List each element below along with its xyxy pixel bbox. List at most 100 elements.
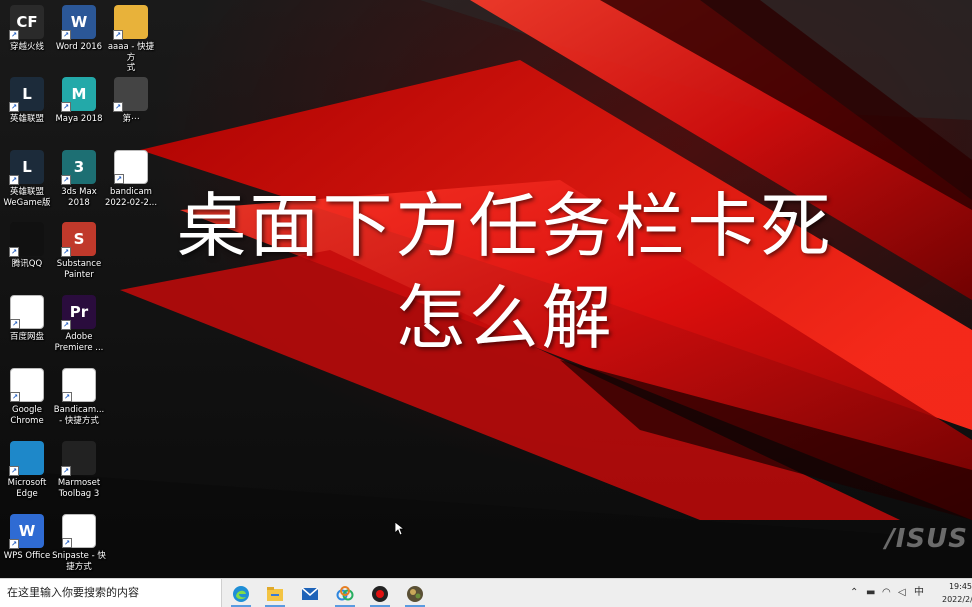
- video-overlay-caption: 桌面下方任务栏卡死 怎么解: [90, 180, 920, 364]
- edge-icon: ↗: [9, 441, 44, 476]
- snipaste-icon: ↗: [62, 514, 96, 548]
- desktop-shortcut[interactable]: ↗ 腾讯QQ: [0, 222, 54, 270]
- video-thumbnail-icon: ↗: [113, 77, 148, 112]
- desktop-shortcut-label: Google Chrome: [10, 405, 44, 426]
- icon-glyph-text: Pr: [69, 303, 89, 321]
- shortcut-arrow-icon: ↗: [9, 539, 19, 549]
- caption-line-1: 桌面下方任务栏卡死: [176, 185, 834, 267]
- desktop-shortcut-label: Marmoset Toolbag 3: [57, 478, 101, 499]
- taskbar-mail-button[interactable]: [295, 582, 325, 606]
- desktop-shortcut-label: Snipaste - 快 捷方式: [52, 551, 106, 572]
- taskbar-baidu-netdisk-button[interactable]: [330, 582, 360, 607]
- desktop-shortcut[interactable]: ↗ Marmoset Toolbag 3: [52, 441, 106, 499]
- desktop-shortcut-label: Word 2016: [55, 42, 103, 52]
- desktop: CF ↗ 穿越火线 W ↗ Word 2016 ↗ aaaa - 快捷方 式 L ↗ 英雄联盟 M ↗ M…: [0, 0, 972, 578]
- desktop-shortcut-label: 腾讯QQ: [11, 259, 43, 269]
- crossfire-icon: CF ↗: [9, 5, 44, 40]
- qq-icon: ↗: [9, 222, 44, 257]
- clock-date: 2022/2/: [942, 595, 972, 604]
- taskbar-bandicam-button[interactable]: [365, 582, 395, 607]
- desktop-shortcut[interactable]: ↗ Snipaste - 快 捷方式: [52, 514, 106, 572]
- icon-glyph-text: W: [18, 522, 36, 540]
- volume-icon[interactable]: ◁: [898, 586, 906, 600]
- desktop-shortcut[interactable]: ↗ 百度网盘: [0, 295, 54, 343]
- shortcut-arrow-icon: ↗: [10, 392, 20, 402]
- taskbar-search-input[interactable]: 在这里输入你要搜索的内容: [0, 579, 222, 607]
- desktop-shortcut-label: Bandicam... - 快捷方式: [53, 405, 105, 426]
- shortcut-arrow-icon: ↗: [61, 247, 71, 257]
- shortcut-arrow-icon: ↗: [61, 102, 71, 112]
- desktop-shortcut[interactable]: ↗ Microsoft Edge: [0, 441, 54, 499]
- system-tray: ⌃ ▬ ◠ ◁ 中 19:45 2022/2/: [850, 579, 972, 607]
- wps-icon: W ↗: [9, 514, 44, 549]
- taskbar-edge-button[interactable]: [226, 582, 256, 607]
- battery-icon[interactable]: ▬: [866, 586, 875, 600]
- file-explorer-icon: [267, 587, 283, 601]
- video-file-icon: ↗: [114, 150, 148, 184]
- desktop-shortcut[interactable]: ↗ Bandicam... - 快捷方式: [52, 368, 106, 426]
- desktop-shortcut-label: aaaa - 快捷方 式: [107, 42, 155, 73]
- desktop-shortcut-label: Microsoft Edge: [7, 478, 47, 499]
- icon-glyph-text: M: [71, 85, 87, 103]
- mouse-cursor-icon: [395, 522, 405, 536]
- ime-indicator[interactable]: 中: [914, 586, 924, 600]
- desktop-shortcut[interactable]: L ↗ 英雄联盟: [0, 77, 54, 125]
- desktop-shortcut[interactable]: CF ↗ 穿越火线: [0, 5, 54, 53]
- desktop-shortcut[interactable]: M ↗ Maya 2018: [52, 77, 106, 125]
- icon-glyph-text: L: [22, 158, 32, 176]
- app-icon: [407, 586, 423, 602]
- desktop-shortcut-label: 英雄联盟 WeGame版: [3, 187, 51, 208]
- icon-glyph-text: CF: [16, 13, 38, 31]
- desktop-shortcut[interactable]: ↗ 第⋯: [104, 77, 158, 125]
- desktop-shortcut-label: 第⋯: [122, 114, 140, 124]
- icon-glyph-text: S: [73, 230, 85, 248]
- icon-glyph-text: 3: [73, 158, 85, 176]
- desktop-shortcut[interactable]: W ↗ Word 2016: [52, 5, 106, 53]
- desktop-shortcut-label: 英雄联盟: [9, 114, 44, 124]
- taskbar-app-button[interactable]: [400, 582, 430, 607]
- desktop-shortcut-label: 穿越火线: [9, 42, 44, 52]
- shortcut-arrow-icon: ↗: [9, 30, 19, 40]
- shortcut-arrow-icon: ↗: [9, 247, 19, 257]
- shortcut-arrow-icon: ↗: [9, 466, 19, 476]
- shortcut-arrow-icon: ↗: [62, 392, 72, 402]
- desktop-shortcut[interactable]: ↗ Google Chrome: [0, 368, 54, 426]
- taskbar-file-explorer-button[interactable]: [260, 582, 290, 607]
- marmoset-icon: ↗: [61, 441, 96, 476]
- shortcut-arrow-icon: ↗: [61, 30, 71, 40]
- bandicam-icon: [372, 586, 388, 602]
- league-icon: L ↗: [9, 77, 44, 112]
- league-wegame-icon: L ↗: [9, 150, 44, 185]
- edge-icon: [233, 586, 249, 602]
- asus-logo: /ISUS: [885, 524, 968, 554]
- desktop-shortcut[interactable]: ↗ aaaa - 快捷方 式: [104, 5, 158, 74]
- shortcut-arrow-icon: ↗: [9, 175, 19, 185]
- desktop-shortcut-label: 百度网盘: [9, 332, 44, 342]
- desktop-shortcut[interactable]: L ↗ 英雄联盟 WeGame版: [0, 150, 54, 208]
- taskbar-clock[interactable]: 19:45 2022/2/: [942, 580, 972, 606]
- shortcut-arrow-icon: ↗: [113, 30, 123, 40]
- caption-line-2: 怎么解: [395, 277, 615, 359]
- chrome-icon: ↗: [10, 368, 44, 402]
- desktop-shortcut-label: WPS Office: [3, 551, 51, 561]
- shortcut-arrow-icon: ↗: [61, 466, 71, 476]
- shortcut-arrow-icon: ↗: [9, 102, 19, 112]
- icon-glyph-text: L: [22, 85, 32, 103]
- shortcut-arrow-icon: ↗: [61, 175, 71, 185]
- shortcut-arrow-icon: ↗: [61, 320, 71, 330]
- show-hidden-icons-chevron-icon[interactable]: ⌃: [850, 586, 858, 600]
- shortcut-arrow-icon: ↗: [62, 538, 72, 548]
- icon-glyph-text: W: [70, 13, 88, 31]
- wifi-icon[interactable]: ◠: [882, 586, 891, 600]
- 3dsmax-icon: 3 ↗: [61, 150, 96, 185]
- clock-time: 19:45: [948, 582, 972, 591]
- shortcut-arrow-icon: ↗: [113, 102, 123, 112]
- taskbar: 在这里输入你要搜索的内容 ⌃ ▬ ◠ ◁ 中 19:45 2022/2/: [0, 578, 972, 607]
- maya-icon: M ↗: [61, 77, 96, 112]
- desktop-shortcut[interactable]: W ↗ WPS Office: [0, 514, 54, 562]
- folder-icon: ↗: [113, 5, 148, 40]
- shortcut-arrow-icon: ↗: [10, 319, 20, 329]
- bandicam-icon: ↗: [62, 368, 96, 402]
- desktop-shortcut-label: Maya 2018: [55, 114, 103, 124]
- baidu-netdisk-icon: ↗: [10, 295, 44, 329]
